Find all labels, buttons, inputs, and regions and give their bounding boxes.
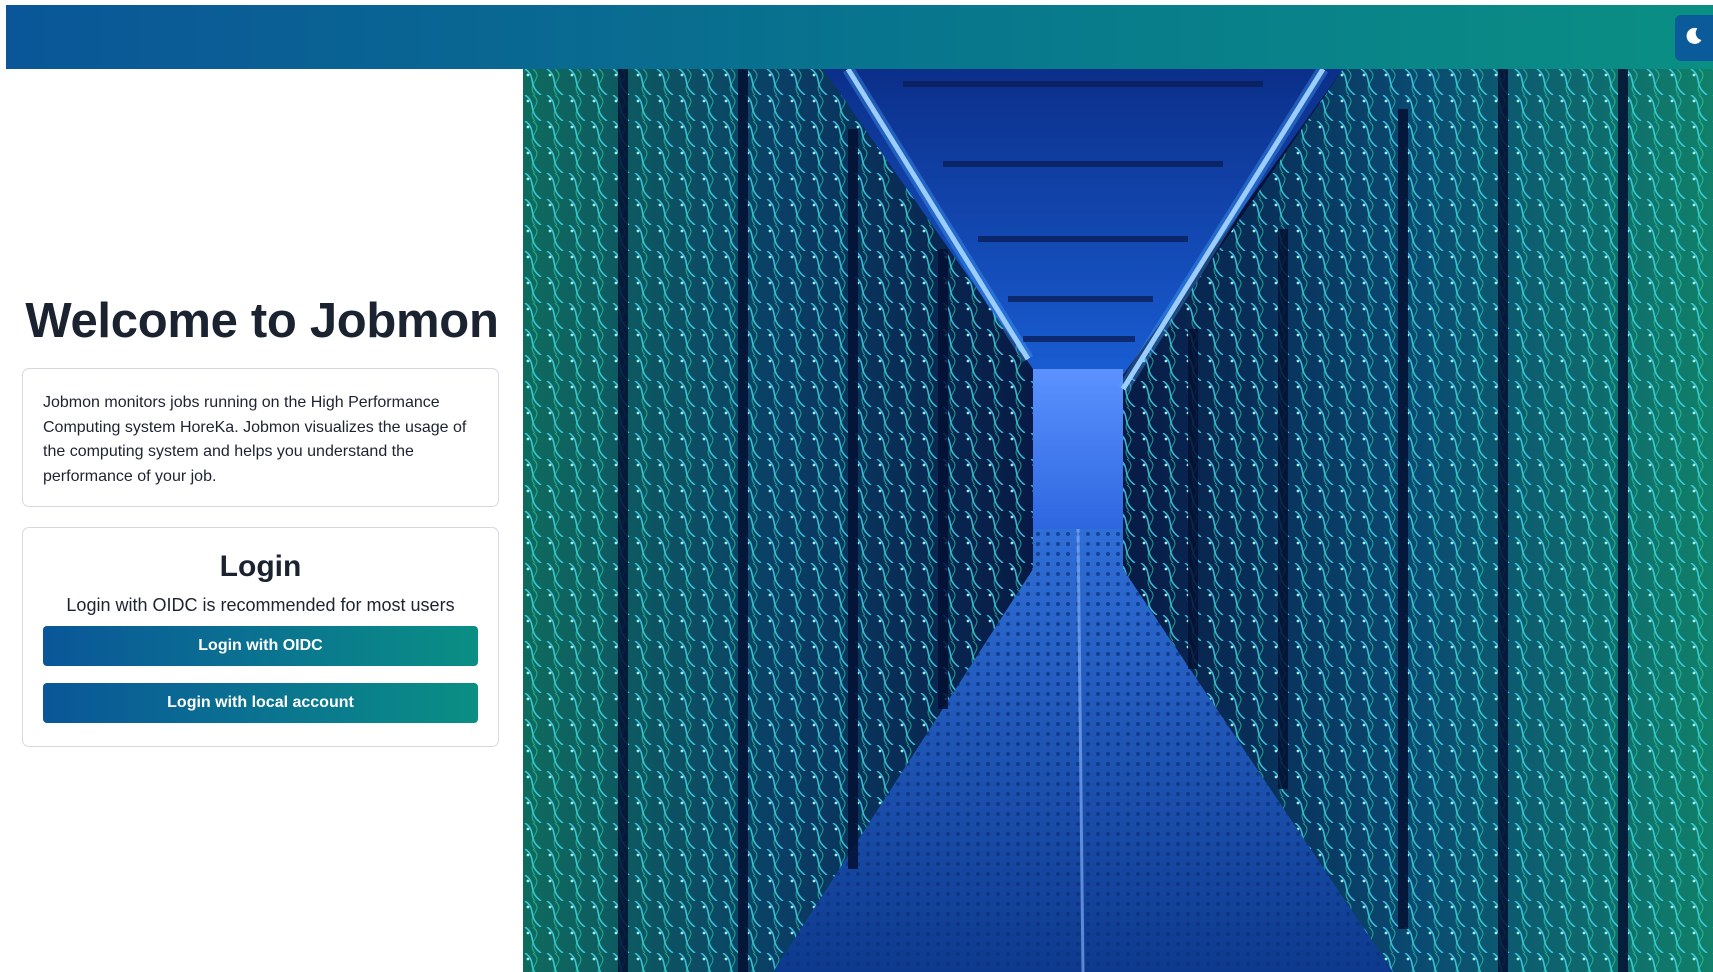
intro-card: Jobmon monitors jobs running on the High…: [22, 368, 499, 507]
datacenter-hero-image: [523, 69, 1713, 972]
intro-text: Jobmon monitors jobs running on the High…: [43, 394, 467, 485]
login-card: Login Login with OIDC is recommended for…: [22, 527, 499, 747]
welcome-panel: Welcome to Jobmon Jobmon monitors jobs r…: [0, 69, 523, 972]
datacenter-illustration: [523, 69, 1713, 972]
login-page: Welcome to Jobmon Jobmon monitors jobs r…: [0, 0, 1713, 972]
login-oidc-button[interactable]: Login with OIDC: [43, 626, 478, 666]
page-title: Welcome to Jobmon: [25, 294, 499, 348]
login-local-button[interactable]: Login with local account: [43, 683, 478, 723]
login-title: Login: [219, 550, 302, 583]
top-navbar: [6, 5, 1713, 69]
login-subtitle: Login with OIDC is recommended for most …: [66, 595, 455, 615]
moon-icon: [1684, 26, 1704, 51]
theme-toggle-button[interactable]: [1675, 15, 1713, 61]
